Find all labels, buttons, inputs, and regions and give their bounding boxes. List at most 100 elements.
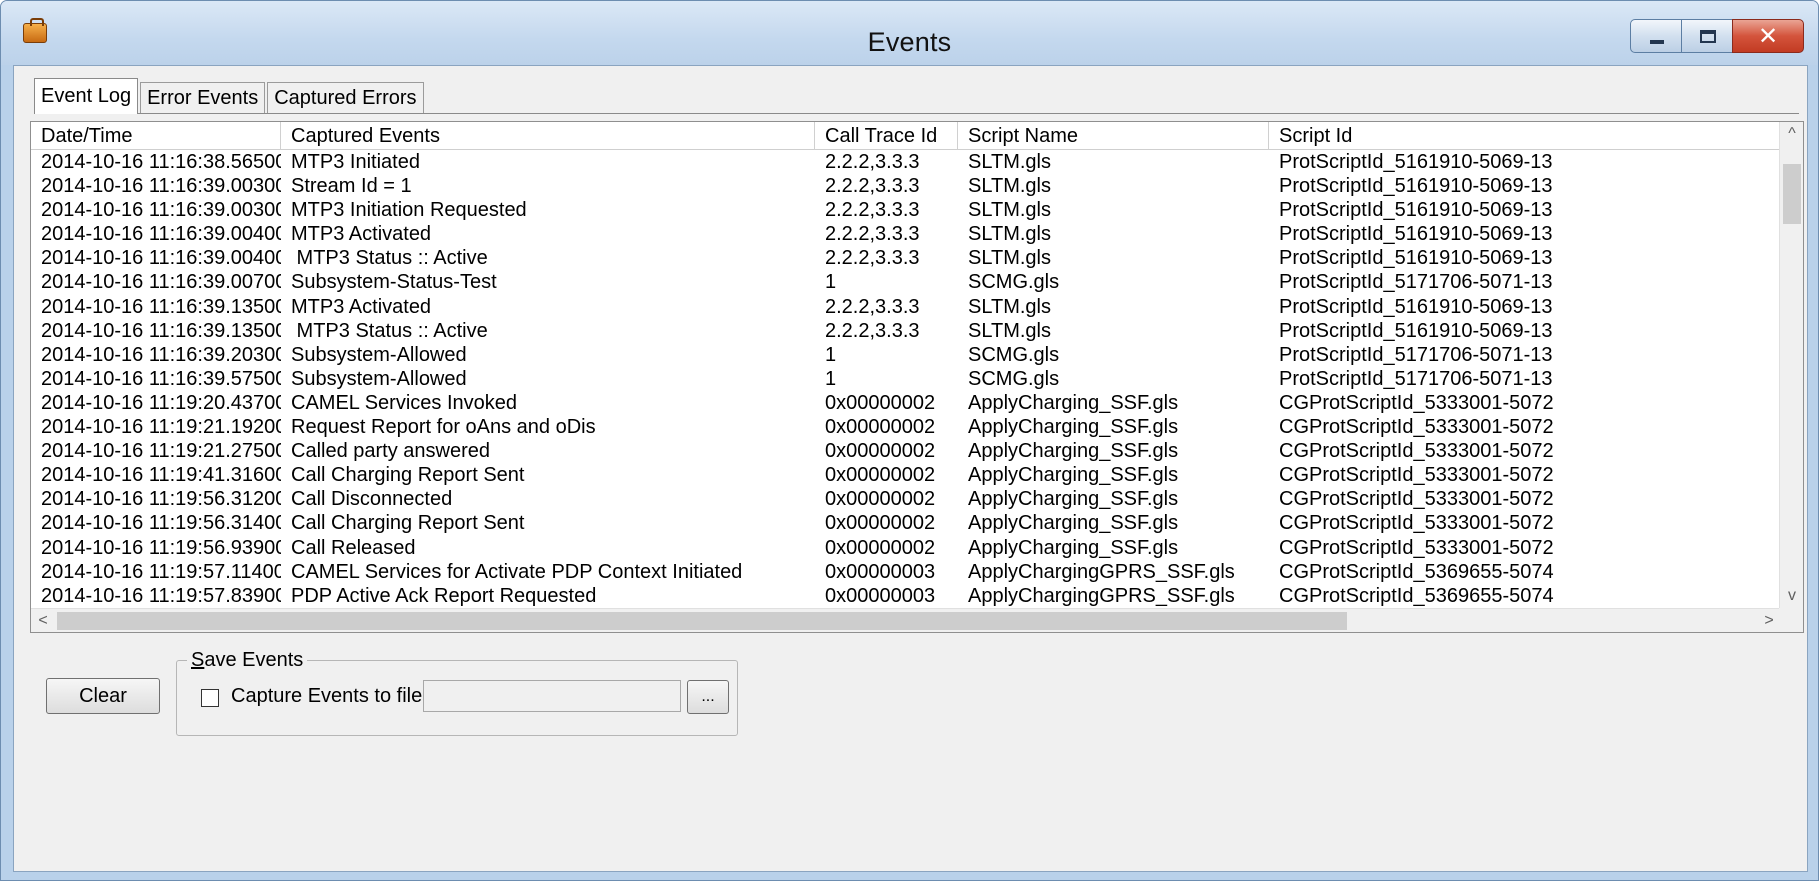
cell-script-name: ApplyCharging_SSF.gls (968, 464, 1179, 487)
list-header: Date/Time Captured Events Call Trace Id … (31, 122, 1781, 150)
clear-button[interactable]: Clear (46, 678, 160, 714)
scrollbar-corner (1779, 608, 1803, 632)
cell-date-time: 2014-10-16 11:19:41.316000 (41, 464, 281, 487)
cell-script-name: ApplyChargingGPRS_SSF.gls (968, 560, 1235, 583)
table-row[interactable]: 2014-10-16 11:19:57.114000 CAMEL Services… (31, 560, 1781, 584)
cell-call-trace-id: 0x00000002 (825, 536, 936, 559)
column-header-call-trace-id[interactable]: Call Trace Id (815, 122, 958, 150)
table-row[interactable]: 2014-10-16 11:16:39.004000 MTP3 Activated… (31, 222, 1781, 246)
cell-call-trace-id: 2.2.2,3.3.3 (825, 199, 920, 222)
horizontal-scrollbar[interactable]: < > (31, 608, 1781, 632)
cell-script-id: CGProtScriptId_5333001-5072 (1279, 512, 1554, 535)
tab-event-log[interactable]: Event Log (34, 78, 139, 114)
cell-script-name: SLTM.gls (968, 199, 1051, 222)
capture-events-label[interactable]: Capture Events to file (231, 685, 422, 708)
table-row[interactable]: 2014-10-16 11:16:39.003000 MTP3 Initiatio… (31, 198, 1781, 222)
scroll-left-icon[interactable]: < (31, 609, 55, 632)
cell-script-name: SCMG.gls (968, 343, 1060, 366)
table-row[interactable]: 2014-10-16 11:19:56.939000 Call Released 0… (31, 536, 1781, 560)
cell-call-trace-id: 1 (825, 367, 837, 390)
table-row[interactable]: 2014-10-16 11:19:21.192000 Request Report… (31, 415, 1781, 439)
cell-captured-event: Subsystem-Allowed (291, 367, 467, 390)
cell-captured-event: Call Charging Report Sent (291, 464, 525, 487)
cell-script-name: ApplyCharging_SSF.gls (968, 512, 1179, 535)
cell-date-time: 2014-10-16 11:19:56.312000 (41, 488, 281, 511)
capture-file-path-input[interactable] (423, 680, 681, 712)
table-row[interactable]: 2014-10-16 11:16:39.007000 Subsystem-Stat… (31, 270, 1781, 294)
table-row[interactable]: 2014-10-16 11:16:39.203000 Subsystem-Allo… (31, 343, 1781, 367)
cell-captured-event: CAMEL Services Invoked (291, 391, 518, 414)
cell-captured-event: Subsystem-Allowed (291, 343, 467, 366)
column-header-date-time[interactable]: Date/Time (31, 122, 281, 150)
vertical-scrollbar[interactable]: ^ v (1779, 122, 1803, 608)
cell-captured-event: Request Report for oAns and oDis (291, 416, 596, 439)
cell-captured-event: MTP3 Activated (291, 223, 432, 246)
close-button[interactable]: ✕ (1732, 19, 1804, 53)
cell-captured-event: MTP3 Status :: Active (291, 247, 488, 270)
cell-call-trace-id: 0x00000002 (825, 488, 936, 511)
maximize-button[interactable] (1681, 19, 1733, 53)
table-row[interactable]: 2014-10-16 11:19:20.437000 CAMEL Services… (31, 391, 1781, 415)
cell-script-name: ApplyCharging_SSF.gls (968, 536, 1179, 559)
cell-captured-event: Called party answered (291, 440, 490, 463)
cell-call-trace-id: 2.2.2,3.3.3 (825, 319, 920, 342)
cell-captured-event: Subsystem-Status-Test (291, 271, 497, 294)
maximize-icon (1700, 30, 1716, 43)
table-row[interactable]: 2014-10-16 11:16:39.135000 MTP3 Activated… (31, 295, 1781, 319)
vertical-scroll-thumb[interactable] (1783, 164, 1801, 224)
capture-events-checkbox[interactable] (201, 689, 219, 707)
cell-call-trace-id: 0x00000002 (825, 464, 936, 487)
table-row[interactable]: 2014-10-16 11:19:57.839000 PDP Active Ack… (31, 584, 1781, 608)
table-row[interactable]: 2014-10-16 11:16:39.135000 MTP3 Status :… (31, 319, 1781, 343)
list-rows: 2014-10-16 11:16:38.565000 MTP3 Initiated… (31, 150, 1781, 608)
table-row[interactable]: 2014-10-16 11:16:39.004000 MTP3 Status :… (31, 246, 1781, 270)
browse-file-button[interactable]: ... (687, 680, 729, 714)
cell-call-trace-id: 2.2.2,3.3.3 (825, 247, 920, 270)
cell-captured-event: CAMEL Services for Activate PDP Context … (291, 560, 743, 583)
cell-date-time: 2014-10-16 11:19:57.839000 (41, 584, 281, 607)
cell-call-trace-id: 2.2.2,3.3.3 (825, 175, 920, 198)
cell-call-trace-id: 0x00000002 (825, 391, 936, 414)
scroll-up-icon[interactable]: ^ (1780, 122, 1803, 146)
column-header-captured-events[interactable]: Captured Events (281, 122, 815, 150)
cell-script-name: ApplyCharging_SSF.gls (968, 488, 1179, 511)
cell-date-time: 2014-10-16 11:16:39.004000 (41, 247, 281, 270)
column-header-script-id[interactable]: Script Id (1269, 122, 1781, 150)
cell-script-name: SLTM.gls (968, 247, 1051, 270)
table-row[interactable]: 2014-10-16 11:16:39.575000 Subsystem-Allo… (31, 367, 1781, 391)
cell-captured-event: Call Disconnected (291, 488, 453, 511)
table-row[interactable]: 2014-10-16 11:19:56.312000 Call Disconnec… (31, 487, 1781, 511)
cell-script-id: CGProtScriptId_5333001-5072 (1279, 464, 1554, 487)
table-row[interactable]: 2014-10-16 11:16:39.003000 Stream Id = 1 2… (31, 174, 1781, 198)
table-row[interactable]: 2014-10-16 11:19:21.275000 Called party a… (31, 439, 1781, 463)
scroll-right-icon[interactable]: > (1757, 609, 1781, 632)
cell-script-id: ProtScriptId_5161910-5069-13 (1279, 319, 1553, 342)
cell-script-name: ApplyCharging_SSF.gls (968, 440, 1179, 463)
table-row[interactable]: 2014-10-16 11:16:38.565000 MTP3 Initiated… (31, 150, 1781, 174)
cell-script-name: ApplyCharging_SSF.gls (968, 416, 1179, 439)
cell-date-time: 2014-10-16 11:16:39.007000 (41, 271, 281, 294)
cell-script-id: CGProtScriptId_5333001-5072 (1279, 416, 1554, 439)
save-events-label: Save Events (187, 649, 308, 672)
cell-date-time: 2014-10-16 11:16:39.003000 (41, 199, 281, 222)
scroll-down-icon[interactable]: v (1780, 584, 1803, 608)
cell-date-time: 2014-10-16 11:19:57.114000 (41, 560, 281, 583)
table-row[interactable]: 2014-10-16 11:19:56.314000 Call Charging … (31, 511, 1781, 535)
cell-script-id: CGProtScriptId_5333001-5072 (1279, 391, 1554, 414)
event-log-list[interactable]: Date/Time Captured Events Call Trace Id … (30, 121, 1804, 633)
tab-error-events[interactable]: Error Events (140, 82, 266, 114)
cell-script-id: CGProtScriptId_5333001-5072 (1279, 488, 1554, 511)
cell-call-trace-id: 0x00000002 (825, 416, 936, 439)
minimize-button[interactable] (1630, 19, 1682, 53)
title-bar[interactable]: Events ✕ (1, 1, 1818, 65)
window-title: Events (867, 27, 952, 57)
cell-script-id: ProtScriptId_5161910-5069-13 (1279, 151, 1553, 173)
cell-script-name: SCMG.gls (968, 271, 1060, 294)
table-row[interactable]: 2014-10-16 11:19:41.316000 Call Charging … (31, 463, 1781, 487)
column-header-script-name[interactable]: Script Name (958, 122, 1269, 150)
cell-captured-event: PDP Active Ack Report Requested (291, 584, 597, 607)
cell-script-id: ProtScriptId_5171706-5071-13 (1279, 343, 1553, 366)
horizontal-scroll-thumb[interactable] (57, 612, 1347, 630)
cell-call-trace-id: 2.2.2,3.3.3 (825, 223, 920, 246)
tab-captured-errors[interactable]: Captured Errors (267, 82, 424, 114)
